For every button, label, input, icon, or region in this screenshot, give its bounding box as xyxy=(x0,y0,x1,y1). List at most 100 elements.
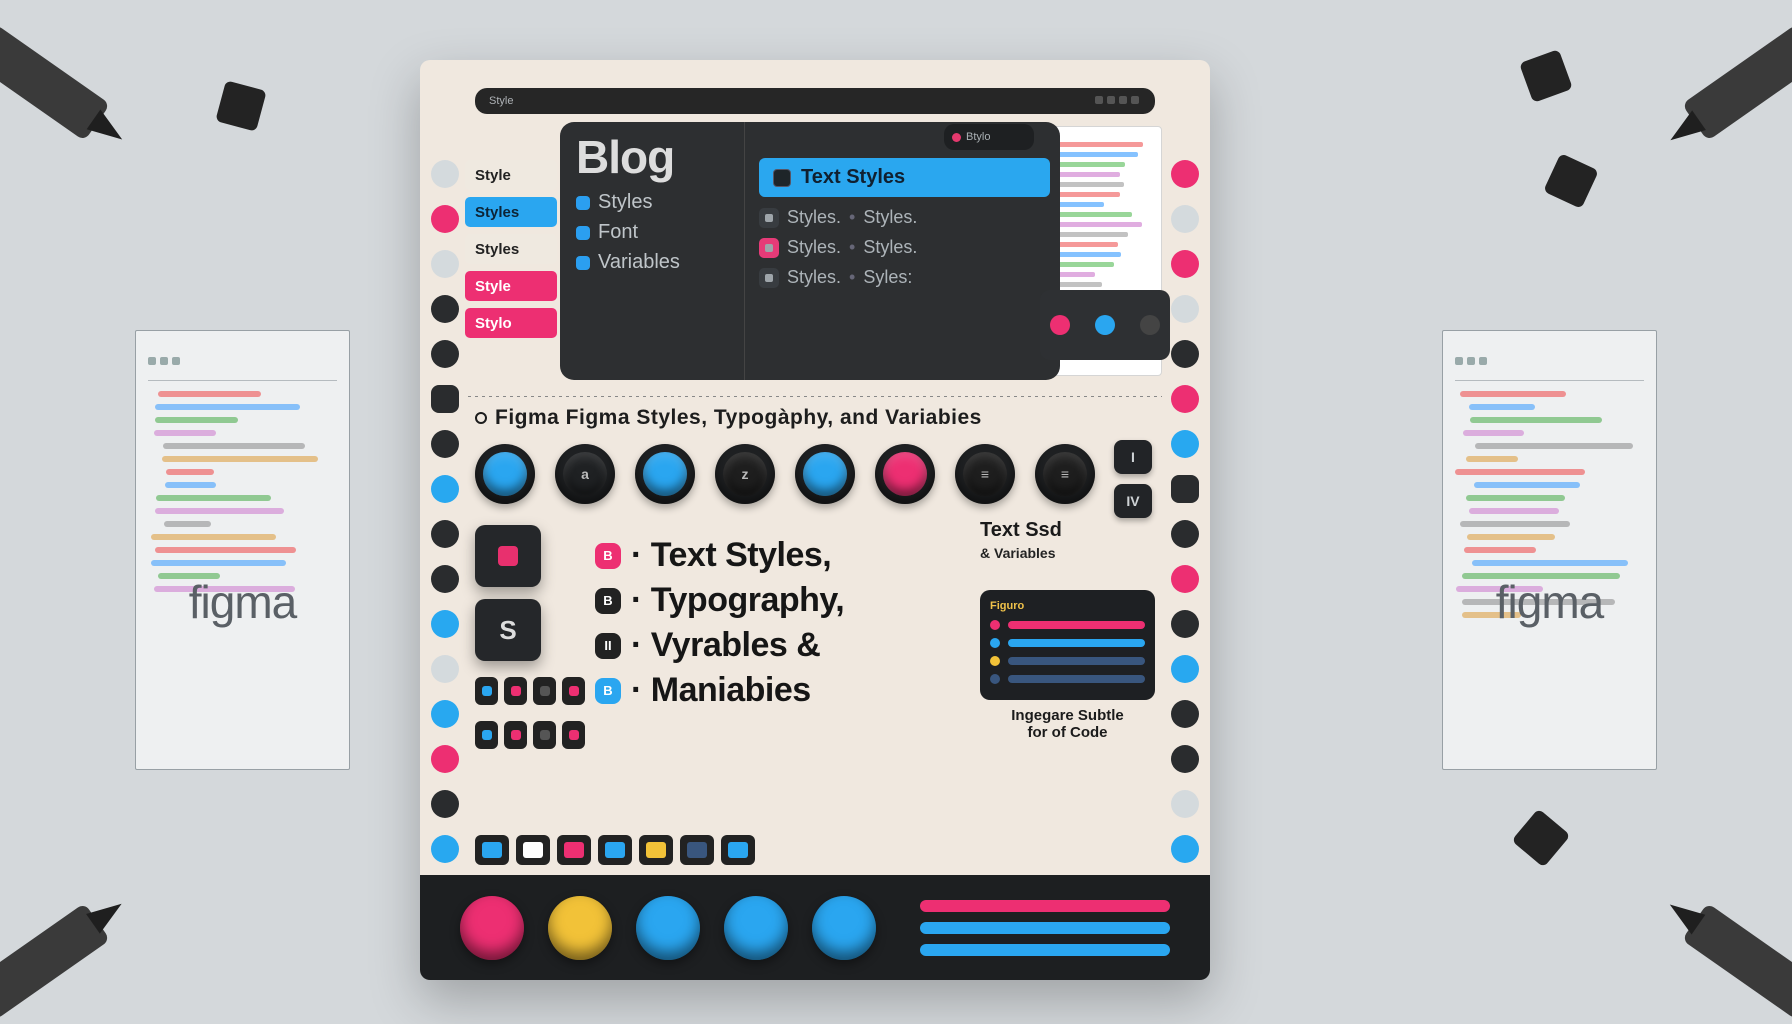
gutter-dot-icon xyxy=(431,835,459,863)
round-button[interactable] xyxy=(795,444,855,504)
gutter-dot-icon xyxy=(1171,745,1199,773)
panel-right-column: Text Styles Styles. • Styles. Styles. • … xyxy=(745,122,1060,380)
key-button[interactable] xyxy=(516,835,550,865)
cube-icon xyxy=(759,268,779,288)
gutter-dot-icon xyxy=(1171,295,1199,323)
round-button[interactable] xyxy=(475,444,535,504)
panel-chip: Btylo xyxy=(944,124,1034,150)
subtitle: Figma Figma Styles, Typogàphy, and Varia… xyxy=(475,406,1155,430)
panel-left-column: Blog Styles Font Variables xyxy=(560,122,745,380)
bar-indicator xyxy=(920,944,1170,956)
mini-key[interactable] xyxy=(504,721,527,749)
round-button[interactable]: z xyxy=(715,444,775,504)
mini-key[interactable] xyxy=(533,721,556,749)
hex-decoration xyxy=(215,80,266,131)
key-button[interactable] xyxy=(475,835,509,865)
panel-row[interactable]: Styles. • Styles. xyxy=(759,207,1050,228)
side-square-button[interactable]: IV xyxy=(1114,484,1152,518)
gutter-dot-icon xyxy=(1171,430,1199,458)
gutter-dot-icon xyxy=(431,160,459,188)
round-button[interactable] xyxy=(875,444,935,504)
feature-list-item: II · Vyrables & xyxy=(595,626,980,665)
sidebar-tag[interactable]: Styles xyxy=(465,197,557,227)
dot-icon xyxy=(990,620,1000,630)
round-button[interactable]: ≡ xyxy=(1035,444,1095,504)
key-button[interactable] xyxy=(598,835,632,865)
sidebar-tag[interactable]: Style xyxy=(465,271,557,301)
bottom-swatch-bar xyxy=(420,875,1210,980)
gutter-dot-icon xyxy=(431,385,459,413)
gutter-dot-icon xyxy=(1171,835,1199,863)
swatch-button[interactable] xyxy=(636,896,700,960)
slider-row[interactable] xyxy=(990,638,1145,648)
gutter-dot-icon xyxy=(1171,700,1199,728)
text-styles-pill[interactable]: Text Styles xyxy=(759,158,1050,197)
pen-decoration xyxy=(0,24,110,141)
badge-icon: II xyxy=(595,633,621,659)
mini-key[interactable] xyxy=(533,677,556,705)
gutter-dot-icon xyxy=(431,340,459,368)
key-button[interactable] xyxy=(557,835,591,865)
gutter-dot-icon xyxy=(431,565,459,593)
panel-item[interactable]: Font xyxy=(576,221,734,244)
gutter-dot-icon xyxy=(431,520,459,548)
slider-track xyxy=(1008,621,1145,629)
gutter-dot-icon xyxy=(1171,610,1199,638)
bar-indicator xyxy=(920,922,1170,934)
gutter-dot-icon xyxy=(1171,160,1199,188)
topstrip-right-icons xyxy=(1093,95,1141,107)
side-square-button[interactable]: I xyxy=(1114,440,1152,474)
gutter-dot-icon xyxy=(1171,790,1199,818)
poster-board: Style StyleStylesStylesStyleStylo Btylo … xyxy=(420,60,1210,980)
gutter-dot-icon xyxy=(431,700,459,728)
mini-key[interactable] xyxy=(475,721,498,749)
panel-row[interactable]: Styles. • Syles: xyxy=(759,267,1050,288)
swatch-button[interactable] xyxy=(460,896,524,960)
mini-key[interactable] xyxy=(562,677,585,705)
key-button[interactable] xyxy=(680,835,714,865)
sidebar-tag[interactable]: Styles xyxy=(465,234,557,264)
slider-row[interactable] xyxy=(990,620,1145,630)
mini-key-row xyxy=(475,721,585,749)
styles-panel: Blog Styles Font Variables Text Styles S… xyxy=(560,122,1060,380)
sidebar-tag[interactable]: Style xyxy=(465,160,557,190)
slider-row[interactable] xyxy=(990,674,1145,684)
hex-decoration xyxy=(1543,153,1599,209)
swatch-button[interactable] xyxy=(548,896,612,960)
dot-icon xyxy=(1095,315,1115,335)
panel-item[interactable]: Variables xyxy=(576,251,734,274)
panel-row[interactable]: Styles. • Styles. xyxy=(759,237,1050,258)
gutter-dot-icon xyxy=(431,250,459,278)
sidebar-tag[interactable]: Stylo xyxy=(465,308,557,338)
gutter-dot-icon xyxy=(431,430,459,458)
round-button[interactable]: ≡ xyxy=(955,444,1015,504)
slider-track xyxy=(1008,639,1145,647)
mini-key[interactable] xyxy=(562,721,585,749)
gutter-dot-icon xyxy=(431,205,459,233)
round-button-row: a z ≡ ≡ xyxy=(475,444,1095,504)
tile-button[interactable] xyxy=(475,525,541,587)
dot-icon xyxy=(990,638,1000,648)
gutter-dot-icon xyxy=(1171,520,1199,548)
swatch-button[interactable] xyxy=(724,896,788,960)
hex-decoration xyxy=(1519,49,1573,103)
window-top-strip: Style xyxy=(475,88,1155,114)
feature-list-item: B · Typography, xyxy=(595,581,980,620)
round-button[interactable] xyxy=(635,444,695,504)
slider-row[interactable] xyxy=(990,656,1145,666)
mini-key[interactable] xyxy=(504,677,527,705)
tile-button[interactable]: S xyxy=(475,599,541,661)
gutter-dot-icon xyxy=(431,295,459,323)
dot-icon xyxy=(1050,315,1070,335)
gutter-dot-icon xyxy=(1171,385,1199,413)
text-variables-label: Text Ssd & Variables xyxy=(980,520,1155,561)
key-button[interactable] xyxy=(721,835,755,865)
swatch-button[interactable] xyxy=(812,896,876,960)
round-button[interactable]: a xyxy=(555,444,615,504)
badge-icon: B xyxy=(595,588,621,614)
panel-item[interactable]: Styles xyxy=(576,191,734,214)
gutter-dot-icon xyxy=(431,610,459,638)
key-button[interactable] xyxy=(639,835,673,865)
mini-key[interactable] xyxy=(475,677,498,705)
gutter-dot-icon xyxy=(431,790,459,818)
